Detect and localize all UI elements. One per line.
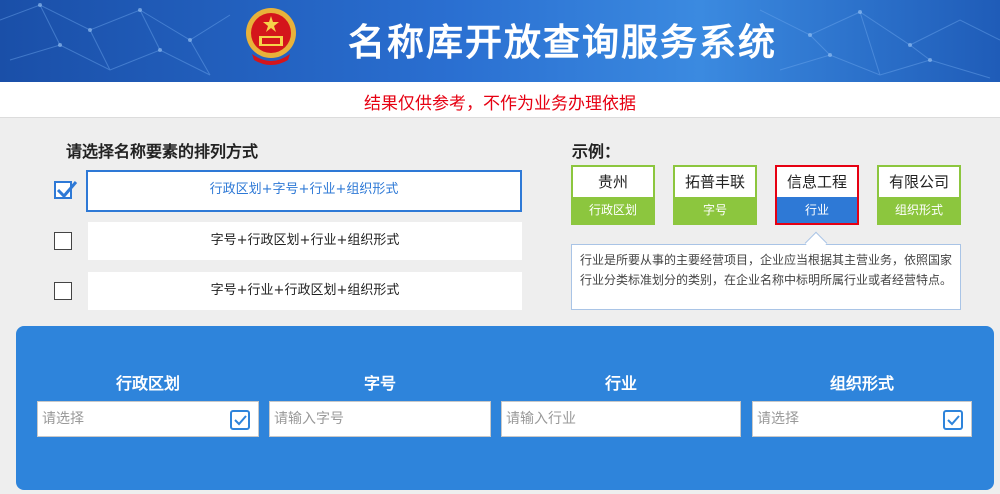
industry-input-field[interactable] [501,401,741,437]
field-label-org-form: 组织形式 [829,374,894,393]
example-item-brand: 拓普丰联 字号 [673,165,757,225]
header-banner: 名称库开放查询服务系统 [0,0,1000,82]
example-title: 示例： [572,142,621,161]
order-option-2[interactable]: 字号+行政区划+行业+组织形式 [88,222,522,260]
example-type: 组织形式 [879,197,959,223]
order-option-3-checkbox[interactable] [54,282,72,300]
industry-input[interactable] [502,402,740,436]
example-item-region: 贵州 行政区划 [571,165,655,225]
example-value: 有限公司 [888,173,949,191]
field-label-region: 行政区划 [115,374,180,393]
example-item-org-form: 有限公司 组织形式 [877,165,961,225]
region-select[interactable] [37,401,259,437]
region-select-input[interactable] [38,402,258,436]
disclaimer-text: 结果仅供参考，不作为业务办理依据 [364,94,636,114]
app-title: 名称库开放查询服务系统 [348,21,777,64]
org-form-select[interactable] [752,401,972,437]
example-item-industry: 信息工程 行业 [775,165,859,225]
checkmark-icon [56,181,78,199]
example-type: 字号 [675,197,755,223]
order-option-2-checkbox[interactable] [54,232,72,250]
field-label-industry: 行业 [604,374,637,393]
example-value: 贵州 [597,173,628,191]
order-option-1[interactable]: 行政区划+字号+行业+组织形式 [86,170,522,212]
order-option-1-checkbox[interactable] [54,181,78,199]
select-list-icon[interactable] [943,410,963,430]
brand-input[interactable] [270,402,490,436]
order-section-title: 请选择名称要素的排列方式 [66,142,259,161]
org-form-select-input[interactable] [753,402,971,436]
national-emblem-icon [246,8,296,65]
field-label-brand: 字号 [363,374,396,393]
select-list-icon[interactable] [230,410,250,430]
example-description: 行业是所要从事的主要经营项目，企业应当根据其主营业务，依照国家行业分类标准划分的… [571,244,961,310]
notice-bar: 结果仅供参考，不作为业务办理依据 [0,82,1000,118]
example-type: 行业 [777,197,857,223]
example-type: 行政区划 [573,197,653,223]
example-value: 拓普丰联 [684,173,745,191]
example-value: 信息工程 [786,173,847,191]
order-option-3[interactable]: 字号+行业+行政区划+组织形式 [88,272,522,310]
brand-input-field[interactable] [269,401,491,437]
